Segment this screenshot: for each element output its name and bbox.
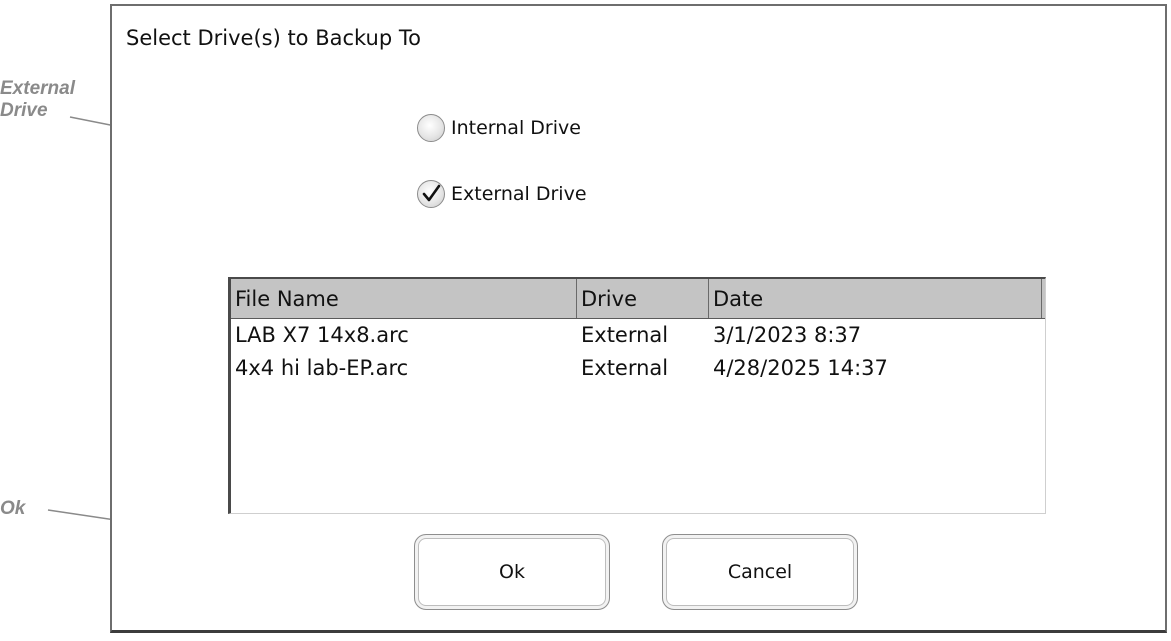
cell-date: 3/1/2023 8:37 bbox=[713, 323, 862, 347]
cell-file-name: 4x4 hi lab-EP.arc bbox=[235, 356, 409, 380]
radio-internal-drive[interactable]: Internal Drive bbox=[417, 114, 581, 142]
cell-drive: External bbox=[581, 356, 669, 380]
radio-external-drive[interactable]: External Drive bbox=[417, 180, 587, 208]
backup-file-list[interactable]: File Name Drive Date LAB X7 14x8.arc Ext… bbox=[228, 277, 1046, 514]
column-header-drive[interactable]: Drive bbox=[577, 279, 709, 318]
radio-unchecked-icon[interactable] bbox=[417, 114, 445, 142]
cell-file-name: LAB X7 14x8.arc bbox=[235, 323, 409, 347]
dialog-title: Select Drive(s) to Backup To bbox=[126, 26, 421, 50]
callout-ok: Ok bbox=[0, 498, 26, 519]
checkmark-icon bbox=[422, 184, 441, 202]
radio-checked-icon[interactable] bbox=[417, 180, 445, 208]
file-list-header: File Name Drive Date bbox=[231, 279, 1045, 319]
ok-button[interactable]: Ok bbox=[414, 534, 610, 610]
cell-drive: External bbox=[581, 323, 669, 347]
cell-date: 4/28/2025 14:37 bbox=[713, 356, 888, 380]
radio-external-drive-label: External Drive bbox=[451, 183, 587, 205]
callout-external-drive: External Drive bbox=[0, 78, 75, 121]
file-list-row[interactable]: 4x4 hi lab-EP.arc External 4/28/2025 14:… bbox=[231, 352, 1045, 385]
screenshot-stage: External Drive Ok Select Drive(s) to Bac… bbox=[0, 0, 1171, 641]
radio-internal-drive-label: Internal Drive bbox=[451, 117, 581, 139]
file-list-row[interactable]: LAB X7 14x8.arc External 3/1/2023 8:37 bbox=[231, 319, 1045, 352]
cancel-button[interactable]: Cancel bbox=[662, 534, 858, 610]
column-header-date[interactable]: Date bbox=[709, 279, 1042, 318]
column-header-file-name[interactable]: File Name bbox=[231, 279, 577, 318]
backup-drive-dialog: Select Drive(s) to Backup To Internal Dr… bbox=[110, 4, 1167, 633]
